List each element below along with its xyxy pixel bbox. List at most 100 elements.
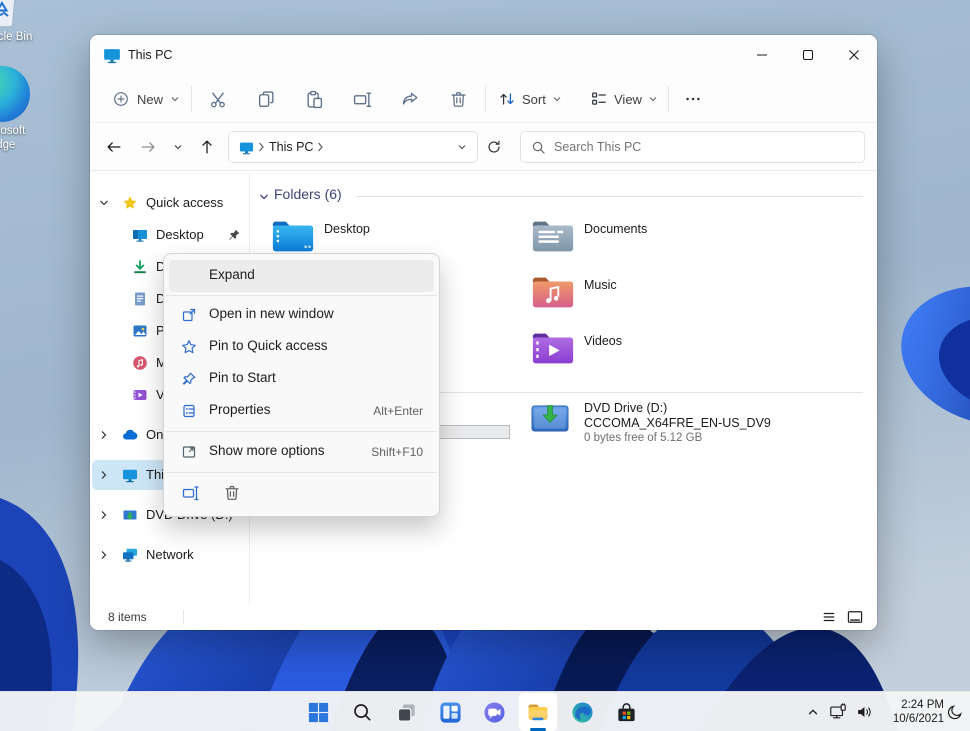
- sidebar-item-desktop[interactable]: Desktop: [92, 220, 247, 250]
- paste-icon: [305, 90, 324, 109]
- menu-item-pin-to-start[interactable]: Pin to Start: [169, 363, 434, 395]
- widgets-button[interactable]: [430, 692, 470, 731]
- star-icon: [122, 195, 138, 211]
- back-button[interactable]: [98, 131, 130, 163]
- close-button[interactable]: [831, 35, 877, 75]
- chevron-right-icon[interactable]: [98, 509, 110, 521]
- store-button[interactable]: [606, 692, 646, 731]
- new-label: New: [137, 92, 163, 107]
- details-view-button[interactable]: [817, 606, 841, 628]
- edge-icon: [571, 701, 594, 724]
- folder-tile-videos[interactable]: Videos: [530, 326, 775, 374]
- up-button[interactable]: [191, 131, 223, 163]
- menu-divider: [166, 295, 437, 296]
- moon-icon: [947, 704, 963, 720]
- rename-icon: [353, 90, 372, 109]
- command-bar: New Sort View: [90, 75, 877, 123]
- documents-folder-icon: [530, 216, 576, 256]
- breadcrumb[interactable]: This PC: [228, 131, 478, 163]
- search-button[interactable]: [342, 692, 382, 731]
- address-dropdown-icon[interactable]: [457, 142, 467, 152]
- menu-item-show-more-options[interactable]: Show more options Shift+F10: [169, 436, 434, 468]
- store-icon: [615, 701, 638, 724]
- desktop-icon-microsoft-edge[interactable]: Microsoft Edge: [0, 66, 40, 152]
- menu-item-label: Expand: [209, 267, 255, 282]
- sort-button[interactable]: Sort: [492, 82, 568, 116]
- sidebar-item-label: Network: [146, 547, 194, 562]
- sidebar-item-network[interactable]: Network: [92, 540, 247, 570]
- dvd-drive-icon: [530, 401, 570, 437]
- menu-item-expand[interactable]: Expand: [169, 260, 434, 292]
- rename-button[interactable]: [174, 478, 207, 508]
- delete-button[interactable]: [215, 478, 248, 508]
- this-pc-icon: [103, 46, 121, 64]
- task-view-button[interactable]: [386, 692, 426, 731]
- file-explorer-button[interactable]: [518, 692, 558, 731]
- show-more-options-icon: [181, 444, 197, 460]
- menu-item-label: Open in new window: [209, 306, 334, 321]
- folder-tile-documents[interactable]: Documents: [530, 214, 775, 262]
- share-button[interactable]: [392, 82, 428, 116]
- menu-item-properties[interactable]: Properties Alt+Enter: [169, 395, 434, 427]
- chevron-right-icon[interactable]: [98, 549, 110, 561]
- drive-tile-dvd[interactable]: DVD Drive (D:) CCCOMA_X64FRE_EN-US_DV9 0…: [530, 399, 830, 453]
- folder-tile-music[interactable]: Music: [530, 270, 775, 318]
- start-button[interactable]: [298, 692, 338, 731]
- edge-button[interactable]: [562, 692, 602, 731]
- desktop-icon-label: Edge: [0, 138, 40, 152]
- tile-label: Documents: [584, 222, 647, 236]
- this-pc-icon: [122, 467, 138, 483]
- taskbar: 2:24 PM 10/6/2021: [0, 691, 970, 731]
- trash-icon: [223, 484, 241, 502]
- pin-outline-icon: [181, 371, 197, 387]
- drive-free-space: 0 bytes free of 5.12 GB: [584, 432, 702, 444]
- file-explorer-icon: [526, 700, 550, 724]
- drive-name: DVD Drive (D:): [584, 401, 667, 415]
- desktop-icon-recycle-bin[interactable]: Recycle Bin: [0, 0, 40, 44]
- forward-button[interactable]: [132, 131, 164, 163]
- large-icons-view-button[interactable]: [843, 606, 867, 628]
- chevron-down-icon: [552, 94, 562, 104]
- network-icon: [829, 703, 847, 721]
- maximize-icon: [802, 49, 814, 61]
- menu-item-label: Pin to Quick access: [209, 338, 328, 353]
- sidebar-item-quick-access[interactable]: Quick access: [92, 188, 247, 218]
- title-bar[interactable]: This PC: [90, 35, 877, 75]
- view-button[interactable]: View: [584, 82, 664, 116]
- dvd-drive-icon: [122, 507, 138, 523]
- plus-circle-icon: [112, 90, 130, 108]
- show-hidden-icons-button[interactable]: [802, 692, 824, 731]
- rename-button[interactable]: [344, 82, 380, 116]
- chevron-right-icon[interactable]: [98, 469, 110, 481]
- folders-section-header[interactable]: Folders (6): [250, 185, 877, 207]
- chevron-down-icon[interactable]: [98, 197, 110, 209]
- maximize-button[interactable]: [785, 35, 831, 75]
- copy-button[interactable]: [248, 82, 284, 116]
- volume-tray-button[interactable]: [852, 692, 876, 731]
- chevron-right-icon[interactable]: [98, 429, 110, 441]
- chevron-down-icon[interactable]: [258, 191, 270, 203]
- delete-button[interactable]: [440, 82, 476, 116]
- menu-item-pin-to-quick-access[interactable]: Pin to Quick access: [169, 331, 434, 363]
- new-button[interactable]: New: [106, 82, 186, 116]
- breadcrumb-item[interactable]: This PC: [269, 140, 313, 154]
- focus-assist-button[interactable]: [944, 692, 966, 731]
- see-more-button[interactable]: [675, 82, 711, 116]
- cut-button[interactable]: [200, 82, 236, 116]
- task-view-icon: [395, 701, 418, 724]
- widgets-icon: [439, 701, 462, 724]
- toolbar-divider: [485, 86, 486, 112]
- network-tray-button[interactable]: [826, 692, 850, 731]
- paste-button[interactable]: [296, 82, 332, 116]
- star-outline-icon: [181, 339, 197, 355]
- minimize-button[interactable]: [739, 35, 785, 75]
- recent-locations-button[interactable]: [166, 131, 190, 163]
- pin-icon: [227, 228, 241, 242]
- clock-tray[interactable]: 2:24 PM 10/6/2021: [878, 692, 944, 731]
- chat-button[interactable]: [474, 692, 514, 731]
- search-box[interactable]: [520, 131, 865, 163]
- menu-item-open-in-new-window[interactable]: Open in new window: [169, 299, 434, 331]
- refresh-button[interactable]: [478, 131, 510, 163]
- search-input[interactable]: [554, 140, 854, 154]
- refresh-icon: [486, 139, 502, 155]
